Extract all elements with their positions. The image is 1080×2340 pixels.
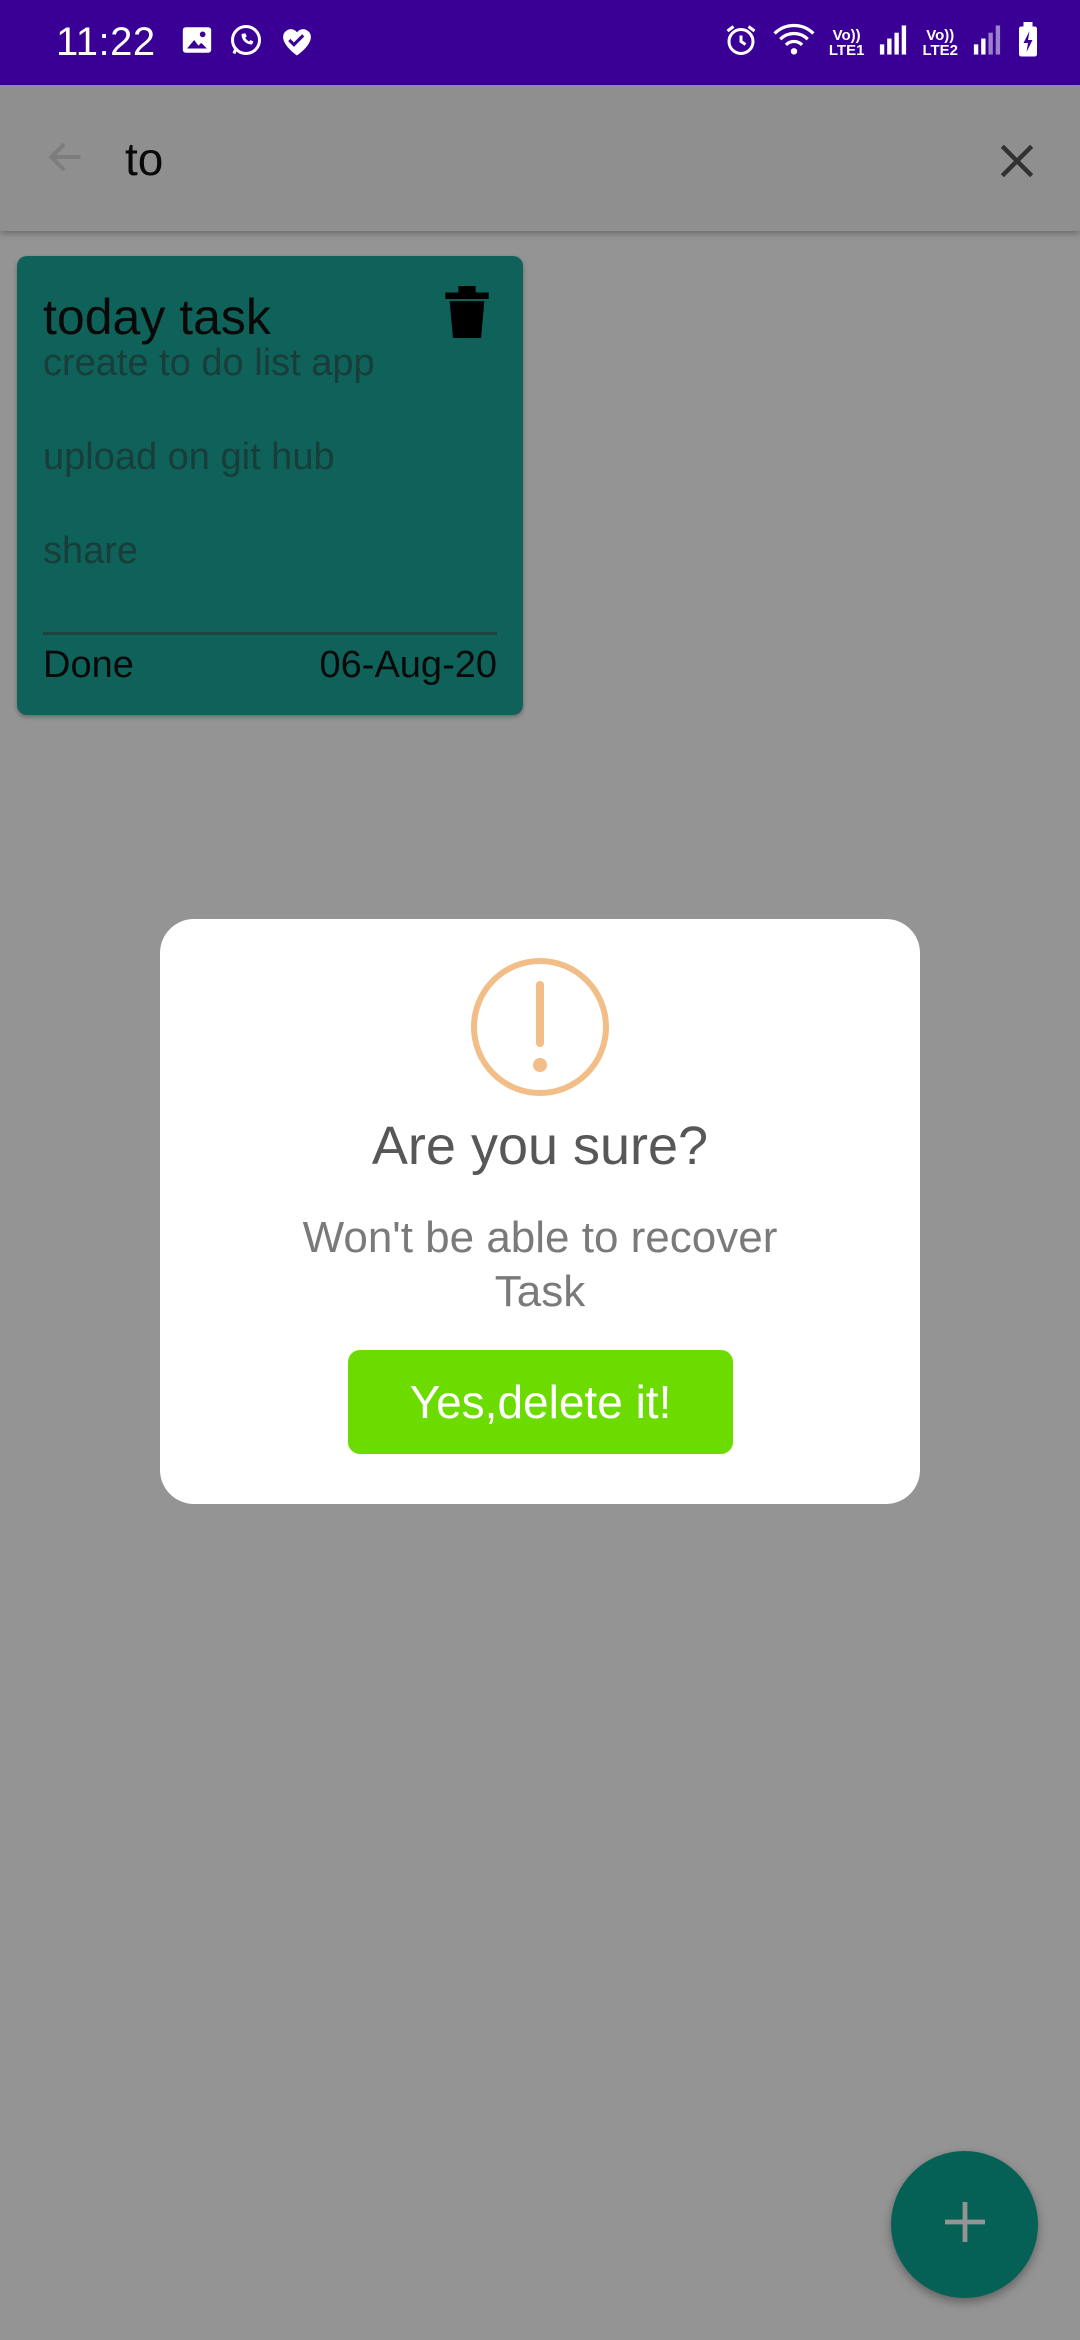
sim1-label: Vo)) LTE1 (829, 28, 865, 58)
notification-icons (180, 22, 316, 63)
dialog-message: Won't be able to recover Task (302, 1213, 778, 1316)
sim2-lte-label: LTE2 (922, 41, 958, 59)
sim1-lte-label: LTE1 (828, 41, 865, 59)
battery-charging-icon (1016, 22, 1040, 63)
sim1-volte-label: Vo)) (832, 26, 861, 44)
whatsapp-icon (228, 22, 264, 63)
alarm-icon (723, 22, 759, 63)
image-icon (180, 23, 214, 62)
wifi-icon (773, 23, 815, 62)
signal-icon-sim2 (972, 24, 1002, 61)
sim2-volte-label: Vo)) (926, 26, 955, 44)
status-bar: 11:22 Vo)) LTE1 Vo)) LTE2 (0, 0, 1080, 85)
heart-check-icon (278, 23, 316, 62)
warning-icon (470, 957, 610, 1097)
sim2-label: Vo)) LTE2 (922, 28, 958, 58)
system-status-icons: Vo)) LTE1 Vo)) LTE2 (723, 22, 1040, 63)
confirm-delete-button[interactable]: Yes,delete it! (348, 1350, 733, 1454)
delete-confirm-dialog: Are you sure? Won't be able to recover T… (160, 919, 920, 1504)
status-time: 11:22 (56, 20, 156, 64)
dialog-title: Are you sure? (371, 1116, 709, 1176)
signal-icon-sim1 (878, 24, 908, 61)
